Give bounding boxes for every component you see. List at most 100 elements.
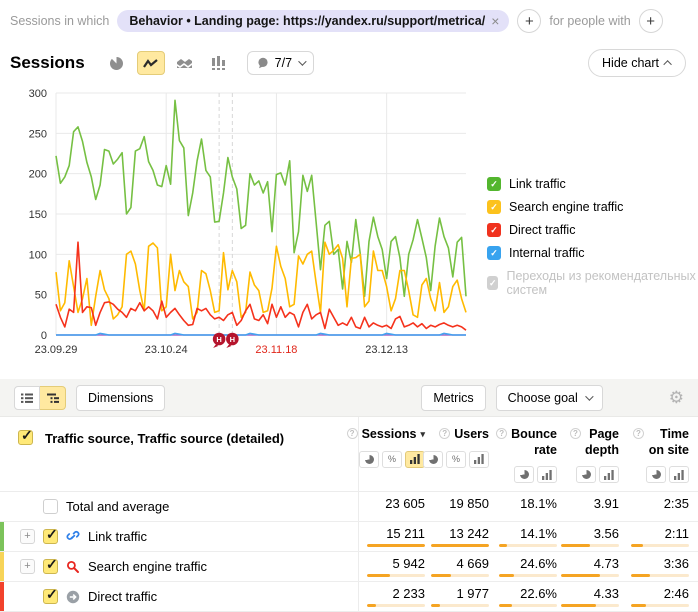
hide-chart-label: Hide chart — [602, 56, 659, 70]
column-sort-control[interactable]: ?Page depth — [570, 427, 619, 458]
legend-checkbox[interactable]: ✓ — [487, 223, 501, 237]
percent-toggle-button[interactable]: % — [382, 451, 402, 468]
expand-row-button[interactable]: + — [20, 559, 35, 574]
legend-label: Search engine traffic — [509, 200, 623, 214]
segment-chip[interactable]: Behavior • Landing page: https://yandex.… — [117, 10, 509, 32]
metric-cell: 19 850 — [435, 492, 499, 521]
column-label: Time on site — [648, 427, 689, 458]
percent-toggle-button[interactable]: % — [446, 451, 466, 468]
gear-icon[interactable]: ⚙ — [669, 389, 684, 406]
percent-icon: % — [452, 454, 460, 464]
help-icon[interactable]: ? — [439, 428, 450, 439]
row-checkbox[interactable] — [43, 589, 58, 604]
row-label[interactable]: Link traffic — [88, 529, 147, 544]
comment-marker[interactable]: Н — [226, 333, 239, 348]
metric-cell: 2:11 — [629, 522, 698, 551]
row-checkbox[interactable] — [43, 559, 58, 574]
column-sort-control[interactable]: ?Bounce rate — [496, 427, 557, 458]
metric-bar — [631, 604, 689, 607]
help-icon[interactable]: ? — [496, 428, 507, 439]
table-header: Traffic source, Traffic source (detailed… — [0, 417, 698, 492]
column-sort-control[interactable]: ? Time on site — [633, 427, 689, 458]
list-view-button[interactable] — [14, 386, 40, 410]
table-row: Total and average23 60519 85018.1%3.912:… — [0, 492, 698, 522]
row-checkbox[interactable] — [43, 499, 58, 514]
metrics-label: Metrics — [433, 391, 473, 405]
pie-icon — [652, 470, 661, 479]
legend-checkbox[interactable]: ✓ — [487, 177, 501, 191]
legend-checkbox: ✓ — [487, 276, 498, 290]
bars-toggle-button[interactable] — [599, 466, 619, 483]
series-line — [56, 242, 466, 330]
column-sort-control[interactable]: ?Users — [439, 427, 489, 443]
legend-checkbox[interactable]: ✓ — [487, 200, 501, 214]
metrics-button[interactable]: Metrics — [421, 385, 485, 411]
help-icon[interactable]: ? — [347, 428, 358, 439]
bars-toggle-button[interactable] — [469, 451, 489, 468]
bars-icon — [542, 470, 552, 480]
metric-column-headers: ?Sessions▾%?Users%?Bounce rate?Page dept… — [358, 417, 698, 491]
choose-goal-button[interactable]: Choose goal — [496, 385, 603, 411]
dimensions-button[interactable]: Dimensions — [76, 385, 165, 411]
bars-icon — [604, 470, 614, 480]
chart-type-line-button[interactable] — [137, 51, 165, 75]
bars-toggle-button[interactable] — [669, 466, 689, 483]
svg-text:Н: Н — [216, 335, 221, 344]
tree-view-button[interactable] — [40, 386, 66, 410]
legend-item[interactable]: ✓Internal traffic — [487, 246, 698, 260]
legend-item[interactable]: ✓Direct traffic — [487, 223, 698, 237]
metric-bar — [431, 574, 489, 577]
metric-value: 2:46 — [664, 586, 689, 601]
search-icon — [66, 560, 80, 574]
help-icon[interactable]: ? — [570, 428, 581, 439]
chart-type-pie-button[interactable] — [103, 51, 131, 75]
dimensions-label: Dimensions — [88, 391, 153, 405]
metric-bar — [367, 574, 425, 577]
row-label[interactable]: Search engine traffic — [88, 559, 207, 574]
sessions-in-which-label: Sessions in which — [10, 14, 109, 28]
metric-value: 1 977 — [456, 586, 489, 601]
chart-header: Sessions 7/7 Hide chart — [0, 37, 698, 83]
pie-toggle-button[interactable] — [423, 451, 443, 468]
metric-value: 23 605 — [385, 496, 425, 511]
pie-toggle-button[interactable] — [646, 466, 666, 483]
chart-type-area-button[interactable] — [171, 51, 199, 75]
close-icon[interactable]: × — [491, 16, 499, 26]
plus-icon: + — [525, 13, 534, 30]
metric-cell: 4.33 — [567, 582, 629, 611]
help-icon[interactable]: ? — [633, 428, 644, 439]
legend-checkbox[interactable]: ✓ — [487, 246, 501, 260]
expand-row-button[interactable]: + — [20, 529, 35, 544]
metric-bar — [631, 574, 689, 577]
pie-toggle-button[interactable] — [514, 466, 534, 483]
metric-cell: 2 233 — [359, 582, 435, 611]
metric-bar — [431, 544, 489, 547]
select-all-checkbox[interactable] — [18, 430, 33, 445]
metric-column-header: ? Time on site — [629, 417, 698, 491]
metric-bar — [499, 544, 557, 547]
comment-marker[interactable]: Н — [213, 333, 226, 348]
metric-cell: 2:35 — [629, 492, 698, 521]
pie-toggle-button[interactable] — [359, 451, 379, 468]
bars-icon — [474, 454, 484, 464]
row-checkbox[interactable] — [43, 529, 58, 544]
hide-chart-button[interactable]: Hide chart — [588, 49, 686, 77]
column-sort-control[interactable]: ?Sessions▾ — [347, 427, 425, 443]
choose-goal-label: Choose goal — [508, 391, 578, 405]
comments-dropdown[interactable]: 7/7 — [247, 51, 314, 75]
pie-toggle-button[interactable] — [576, 466, 596, 483]
metric-cell: 1 977 — [435, 582, 499, 611]
table-row: +Search engine traffic5 9424 66924.6%4.7… — [0, 552, 698, 582]
y-tick-label: 300 — [29, 88, 47, 100]
bars-toggle-button[interactable] — [405, 451, 425, 468]
metric-value: 2 233 — [392, 586, 425, 601]
add-segment-condition-button[interactable]: + — [517, 9, 541, 33]
bars-toggle-button[interactable] — [537, 466, 557, 483]
for-people-with-label: for people with — [549, 14, 630, 28]
sessions-chart[interactable]: 05010015020025030023.09.2923.10.2423.11.… — [14, 83, 484, 365]
legend-item[interactable]: ✓ Search engine traffic — [487, 200, 698, 214]
chart-type-columns-button[interactable] — [205, 51, 233, 75]
legend-item[interactable]: ✓Link traffic — [487, 177, 698, 191]
row-label[interactable]: Direct traffic — [88, 589, 157, 604]
add-people-condition-button[interactable]: + — [639, 9, 663, 33]
